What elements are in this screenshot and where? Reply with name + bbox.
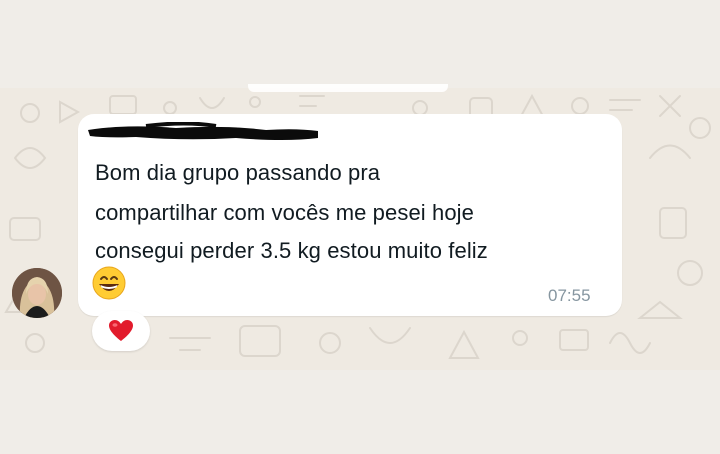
sender-avatar[interactable]	[12, 268, 62, 318]
previous-message-edge	[248, 84, 448, 92]
message-text-line-2: compartilhar com vocês me pesei hoje	[95, 200, 474, 225]
reaction-pill[interactable]	[92, 311, 150, 351]
avatar-image	[12, 268, 62, 318]
grinning-face-emoji	[92, 266, 126, 300]
sender-name-redacted	[88, 122, 318, 140]
message-text-line-1: Bom dia grupo passando pra	[95, 160, 381, 185]
red-heart-emoji	[109, 320, 133, 341]
screen: { "message": { "lines": [ "Bom dia grupo…	[0, 0, 720, 454]
message-timestamp: 07:55	[548, 286, 591, 305]
message-text-line-3: consegui perder 3.5 kg estou muito feliz	[95, 238, 488, 263]
